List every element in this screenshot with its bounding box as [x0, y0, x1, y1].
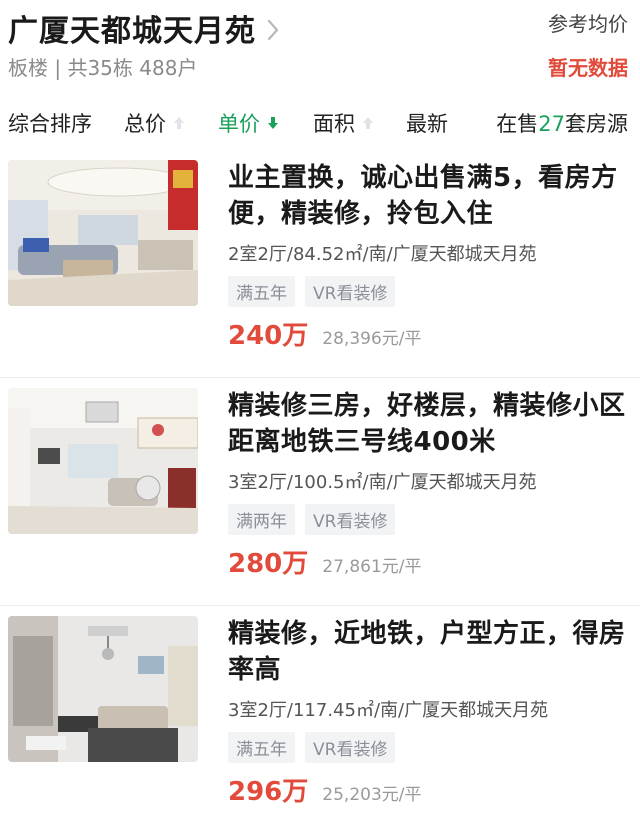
listing-info: 精装修三房，好楼层，精装修小区距离地铁三号线400米 3室2厅/100.5㎡/南…: [228, 388, 628, 580]
listing-info: 精装修，近地铁，户型方正，得房率高 3室2厅/117.45㎡/南/广厦天都城天月…: [228, 616, 628, 808]
count-suffix: 套房源: [565, 112, 628, 136]
sort-area[interactable]: 面积: [313, 108, 375, 138]
listing-item[interactable]: 精装修三房，好楼层，精装修小区距离地铁三号线400米 3室2厅/100.5㎡/南…: [0, 378, 640, 606]
total-price: 240万: [228, 321, 309, 351]
listing-tags: 满五年 VR看装修: [228, 276, 628, 307]
price-row: 240万 28,396元/平: [228, 315, 628, 352]
sort-area-label: 面积: [313, 112, 355, 136]
sort-default[interactable]: 综合排序: [8, 108, 92, 138]
sort-arrow-down-icon: [268, 117, 278, 129]
sort-arrow-up-icon: [174, 117, 184, 129]
unit-price: 28,396元/平: [322, 329, 422, 349]
sort-newest-label: 最新: [406, 112, 448, 136]
listing-photo-living-room[interactable]: [8, 160, 198, 306]
sort-total-price[interactable]: 总价: [124, 108, 186, 138]
listing-title[interactable]: 业主置换，诚心出售满5，看房方便，精装修，拎包入住: [228, 160, 628, 232]
listing-tags: 满两年 VR看装修: [228, 504, 628, 535]
tag-vr-decoration: VR看装修: [305, 732, 396, 763]
listing-title[interactable]: 精装修，近地铁，户型方正，得房率高: [228, 616, 628, 688]
price-row: 296万 25,203元/平: [228, 771, 628, 808]
sort-newest[interactable]: 最新: [406, 108, 448, 138]
community-title-link[interactable]: 广厦天都城天月苑: [8, 6, 280, 50]
listing-item[interactable]: 业主置换，诚心出售满5，看房方便，精装修，拎包入住 2室2厅/84.52㎡/南/…: [0, 150, 640, 378]
price-row: 280万 27,861元/平: [228, 543, 628, 580]
total-price: 280万: [228, 549, 309, 579]
tag-vr-decoration: VR看装修: [305, 276, 396, 307]
sort-default-label: 综合排序: [8, 112, 92, 136]
listing-list: 业主置换，诚心出售满5，看房方便，精装修，拎包入住 2室2厅/84.52㎡/南/…: [0, 150, 640, 825]
community-header: 广厦天都城天月苑 板楼 | 共35栋 488户 参考均价 暂无数据: [0, 0, 640, 96]
community-title: 广厦天都城天月苑: [8, 14, 256, 49]
community-subtitle: 板楼 | 共35栋 488户: [8, 56, 198, 80]
unit-price: 27,861元/平: [322, 557, 422, 577]
avg-price-value: 暂无数据: [548, 56, 628, 80]
sort-unit-price[interactable]: 单价: [218, 108, 280, 138]
listing-count: 在售27套房源: [496, 108, 628, 138]
tag-ownership-years: 满五年: [228, 276, 295, 307]
sort-total-price-label: 总价: [124, 112, 166, 136]
listing-meta: 2室2厅/84.52㎡/南/广厦天都城天月苑: [228, 244, 537, 265]
listing-title[interactable]: 精装修三房，好楼层，精装修小区距离地铁三号线400米: [228, 388, 628, 460]
listing-meta: 3室2厅/100.5㎡/南/广厦天都城天月苑: [228, 472, 537, 493]
count-prefix: 在售: [496, 112, 539, 136]
tag-vr-decoration: VR看装修: [305, 504, 396, 535]
listing-photo-living-room[interactable]: [8, 388, 198, 534]
sort-arrow-up-icon: [363, 117, 373, 129]
listing-item[interactable]: 精装修，近地铁，户型方正，得房率高 3室2厅/117.45㎡/南/广厦天都城天月…: [0, 606, 640, 825]
unit-price: 25,203元/平: [322, 785, 422, 805]
total-price: 296万: [228, 777, 309, 807]
listing-tags: 满五年 VR看装修: [228, 732, 628, 763]
sort-unit-price-label: 单价: [218, 112, 260, 136]
listing-meta: 3室2厅/117.45㎡/南/广厦天都城天月苑: [228, 700, 549, 721]
count-number: 27: [538, 112, 565, 136]
tag-ownership-years: 满两年: [228, 504, 295, 535]
listing-info: 业主置换，诚心出售满5，看房方便，精装修，拎包入住 2室2厅/84.52㎡/南/…: [228, 160, 628, 352]
tag-ownership-years: 满五年: [228, 732, 295, 763]
listing-photo-living-room[interactable]: [8, 616, 198, 762]
sort-bar: 综合排序 总价 单价 面积 最新 在售27套房源: [0, 98, 640, 148]
chevron-right-icon: [267, 19, 279, 41]
avg-price-label: 参考均价: [548, 12, 628, 36]
